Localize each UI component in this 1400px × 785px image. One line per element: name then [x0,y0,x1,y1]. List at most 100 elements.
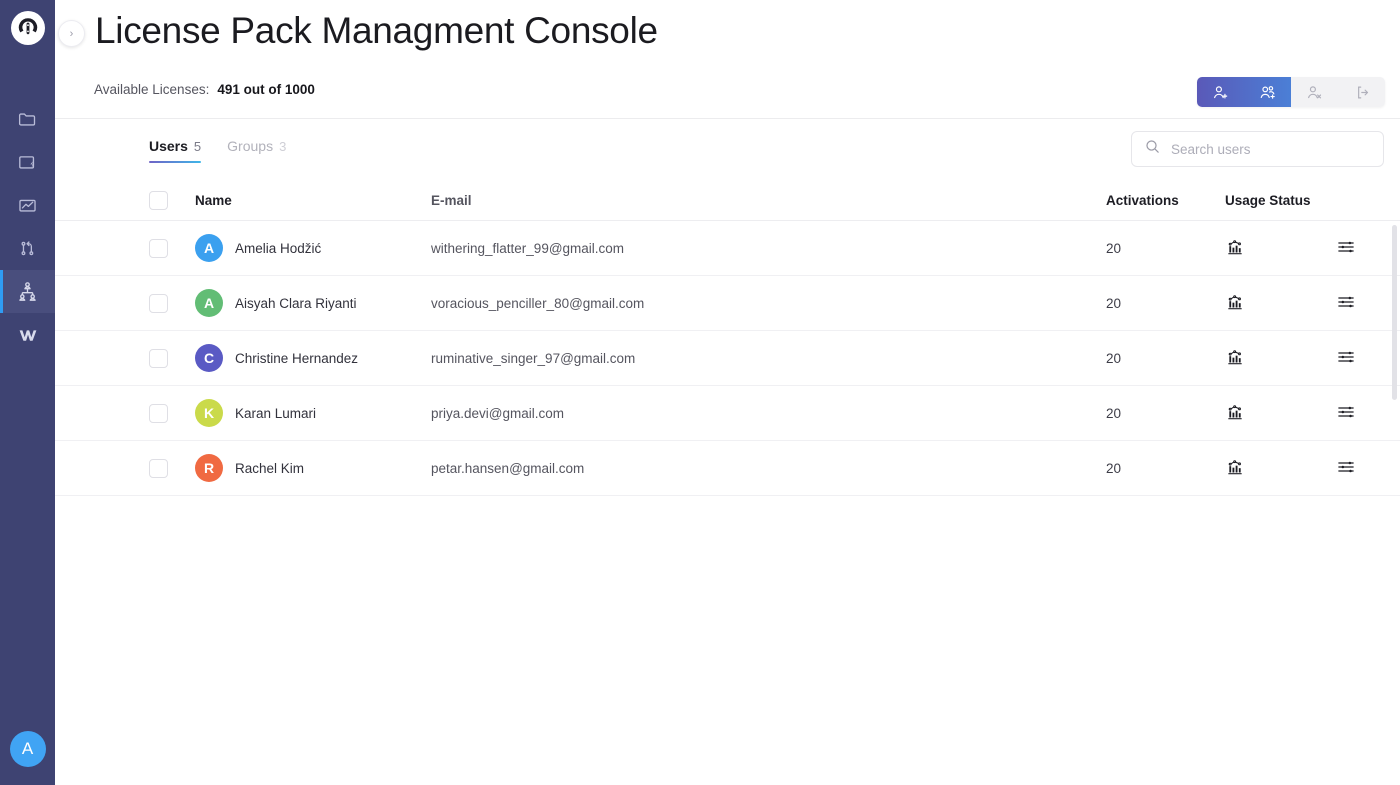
row-menu-cell [1335,457,1400,480]
row-settings-icon[interactable] [1335,457,1357,480]
app-logo[interactable] [10,10,46,46]
bar-chart-icon[interactable] [1225,402,1335,425]
row-activations: 20 [1106,405,1122,421]
row-usage-status[interactable] [1225,292,1335,315]
table-row[interactable]: K Karan Lumari priya.devi@gmail.com 20 [55,386,1400,441]
tab-users[interactable]: Users 5 [149,138,202,163]
sidebar: A [0,0,55,785]
row-name-cell: K Karan Lumari [195,399,431,427]
user-plus-icon [1211,83,1230,102]
primary-actions [1197,77,1291,107]
search-box[interactable] [1131,131,1384,167]
avatar: R [195,454,223,482]
bar-chart-icon[interactable] [1225,237,1335,260]
avatar-initial: A [203,240,215,256]
avatar: C [195,344,223,372]
row-select-cell [149,403,195,423]
row-usage-status[interactable] [1225,237,1335,260]
row-checkbox[interactable] [149,348,168,368]
users-group-icon [16,280,39,303]
tab-bar: Users 5 Groups 3 [149,138,286,163]
sidebar-collapse-button[interactable]: › [58,20,85,47]
table-row[interactable]: C Christine Hernandez ruminative_singer_… [55,331,1400,386]
avatar-initial: R [203,460,215,476]
column-header-name: Name [195,192,232,208]
sign-out-icon [1352,83,1371,102]
sidebar-item-licenses[interactable] [0,270,55,313]
row-checkbox[interactable] [149,458,168,478]
row-settings-icon[interactable] [1335,402,1357,425]
row-checkbox[interactable] [149,293,168,313]
table-row[interactable]: A Aisyah Clara Riyanti voracious_pencill… [55,276,1400,331]
remove-user-button[interactable] [1291,77,1338,107]
row-settings-icon[interactable] [1335,237,1357,260]
row-usage-status[interactable] [1225,402,1335,425]
row-settings-icon[interactable] [1335,292,1357,315]
bar-chart-icon[interactable] [1225,292,1335,315]
row-settings-icon[interactable] [1335,347,1357,370]
w-logo-icon [16,323,40,347]
sidebar-item-workflows[interactable] [0,227,55,270]
tab-users-count: 5 [193,139,202,154]
sidebar-item-automation[interactable] [0,141,55,184]
row-menu-cell [1335,237,1400,260]
row-email: ruminative_singer_97@gmail.com [431,350,636,366]
sidebar-item-analytics[interactable] [0,184,55,227]
column-header-email: E-mail [431,192,472,208]
license-console-app: A › License Pack Managment Console Avail… [0,0,1400,785]
scrollbar-thumb[interactable] [1392,225,1397,400]
row-email: petar.hansen@gmail.com [431,460,585,476]
row-activations: 20 [1106,295,1122,311]
available-licenses-value: 491 out of 1000 [217,82,315,97]
table-row[interactable]: R Rachel Kim petar.hansen@gmail.com 20 [55,441,1400,496]
row-name-cell: R Rachel Kim [195,454,431,482]
row-usage-status[interactable] [1225,347,1335,370]
add-user-button[interactable] [1197,77,1244,107]
row-name-cell: A Aisyah Clara Riyanti [195,289,431,317]
row-menu-cell [1335,402,1400,425]
sidebar-item-projects[interactable] [0,98,55,141]
chart-line-icon [17,195,38,216]
bar-chart-icon[interactable] [1225,457,1335,480]
user-remove-icon [1305,83,1324,102]
export-button[interactable] [1338,77,1385,107]
sidebar-item-workspace[interactable] [0,313,55,356]
row-select-cell [149,293,195,313]
avatar-initial: C [203,350,215,366]
row-checkbox[interactable] [149,238,168,258]
row-select-cell [149,458,195,478]
column-header-usage-status: Usage Status [1225,192,1311,208]
row-user-name: Aisyah Clara Riyanti [235,295,357,311]
tab-groups[interactable]: Groups 3 [227,138,286,163]
row-activations: 20 [1106,350,1122,366]
account-avatar[interactable]: A [9,731,46,767]
table-row[interactable]: A Amelia Hodžić withering_flatter_99@gma… [55,221,1400,276]
row-menu-cell [1335,347,1400,370]
tab-groups-count: 3 [279,139,287,154]
row-activations: 20 [1106,460,1122,476]
add-group-button[interactable] [1244,77,1291,107]
window-bolt-icon [17,152,38,173]
secondary-actions [1291,77,1385,107]
branch-icon [17,238,38,259]
available-licenses-label: Available Licenses: [94,82,210,97]
avatar: A [195,234,223,262]
row-checkbox[interactable] [149,403,168,423]
row-activations: 20 [1106,240,1122,256]
content-scrollbar[interactable] [1392,225,1397,775]
row-select-cell [149,348,195,368]
available-licenses: Available Licenses: 491 out of 1000 [94,82,315,97]
users-plus-icon [1258,83,1278,102]
row-usage-status[interactable] [1225,457,1335,480]
select-all-checkbox[interactable] [149,190,168,210]
bar-chart-icon[interactable] [1225,347,1335,370]
users-table: Name E-mail Activations Usage Status A A… [55,180,1400,496]
search-input[interactable] [1171,141,1371,157]
omega-logo-icon [10,11,45,45]
row-email: priya.devi@gmail.com [431,405,564,421]
page-title: License Pack Managment Console [95,10,658,51]
sidebar-nav [0,98,55,356]
row-select-cell [149,238,195,258]
tab-groups-label: Groups [227,138,274,154]
avatar-initial: K [203,405,215,421]
